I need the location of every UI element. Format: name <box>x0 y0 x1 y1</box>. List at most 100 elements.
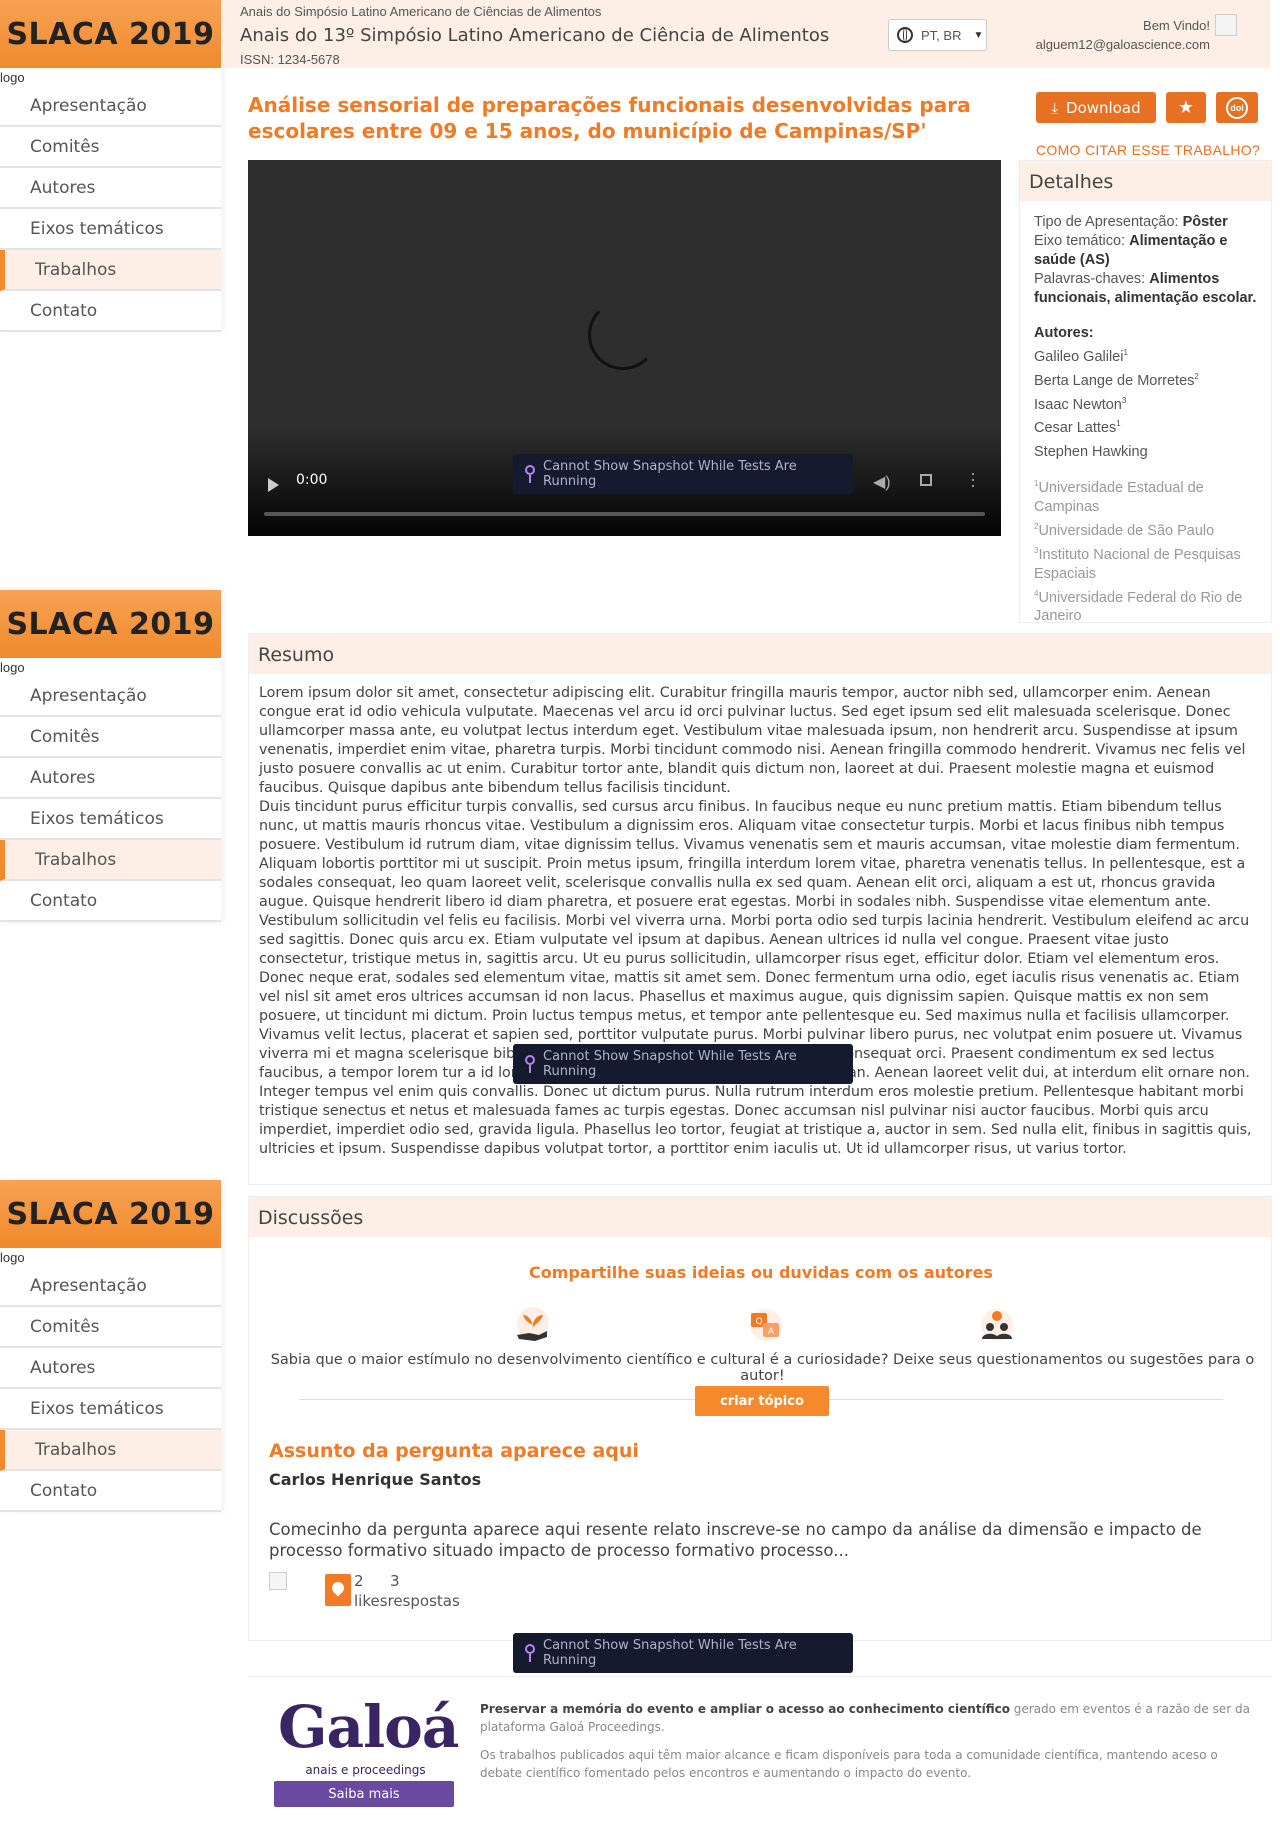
welcome-text: Bem Vindo! <box>1143 18 1210 33</box>
sidebar-item-trabalhos[interactable]: Trabalhos <box>0 1430 221 1471</box>
sidebar-item-apresentacao[interactable]: Apresentação <box>0 86 221 127</box>
svg-text:A: A <box>768 1327 775 1337</box>
abstract-section: Resumo Lorem ipsum dolor sit amet, conse… <box>248 633 1272 1185</box>
abstract-heading: Resumo <box>249 634 1271 674</box>
affiliation-item: 4Universidade Federal do Rio de Janeiro <box>1034 588 1243 625</box>
download-label: Download <box>1066 98 1141 117</box>
sidebar-item-contato[interactable]: Contato <box>0 291 221 332</box>
thematic-axis: Eixo temático: Alimentação e saúde (AS) <box>1034 233 1228 268</box>
saiba-mais-button[interactable]: Saiba mais <box>274 1781 454 1807</box>
details-panel: Detalhes Tipo de Apresentação: Pôster Ei… <box>1019 160 1272 624</box>
question-body: Comecinho da pergunta aparece aqui resen… <box>269 1520 1202 1560</box>
question-stats: 2 3 likesrespostas <box>354 1571 460 1611</box>
sidebar-item-autores[interactable]: Autores <box>0 758 221 799</box>
favorite-button[interactable]: ★ <box>1166 92 1206 123</box>
likes-label: likes <box>354 1592 388 1610</box>
sidebar-item-autores[interactable]: Autores <box>0 1348 221 1389</box>
svg-text:Q: Q <box>755 1317 762 1327</box>
logo: logo <box>0 1250 25 1265</box>
user-email: alguem12@galoascience.com <box>1035 37 1210 52</box>
affiliation-item: 1Universidade Estadual de Campinas <box>1034 479 1204 515</box>
issn: ISSN: 1234-5678 <box>240 52 340 67</box>
volume-icon[interactable]: ◀) <box>873 472 891 492</box>
footer-text: Preservar a memória do evento e ampliar … <box>480 1702 1250 1780</box>
people-icon <box>981 1309 1013 1341</box>
discussions-section: Discussões Compartilhe suas ideias ou du… <box>248 1196 1272 1641</box>
star-icon: ★ <box>1177 97 1195 117</box>
snapshot-toast: Cannot Show Snapshot While Tests Are Run… <box>513 1633 853 1673</box>
language-value: PT, BR <box>921 27 962 43</box>
logo: logo <box>0 660 25 675</box>
translate-icon: Q A <box>750 1309 782 1341</box>
plant-hand-icon <box>517 1307 549 1341</box>
video-time: 0:00 <box>296 472 328 488</box>
proceedings-title: Anais do 13º Simpósio Latino Americano d… <box>240 25 830 46</box>
sidebar: SLACA 2019 logo Apresentação Comitês Aut… <box>0 0 221 332</box>
language-selector[interactable]: PT, BR ▼ <box>888 19 987 51</box>
pin-icon <box>525 1644 535 1662</box>
video-progress-bar[interactable] <box>264 512 985 516</box>
abstract-paragraph: Duis tincidunt purus efficitur turpis co… <box>259 799 1252 1157</box>
logo: logo <box>0 70 25 85</box>
doi-icon: doi <box>1226 96 1248 119</box>
download-icon: ⤓ <box>1051 98 1059 117</box>
sidebar-item-apresentacao[interactable]: Apresentação <box>0 1266 221 1307</box>
sidebar-item-apresentacao[interactable]: Apresentação <box>0 676 221 717</box>
galoa-tagline: anais e proceedings <box>305 1763 426 1777</box>
discussions-cta: Compartilhe suas ideias ou duvidas com o… <box>529 1263 993 1282</box>
author-item: Stephen Hawking <box>1034 444 1148 461</box>
discussions-description: Sabia que o maior estímulo no desenvolvi… <box>270 1352 1255 1384</box>
sidebar-item-comites[interactable]: Comitês <box>0 1307 221 1348</box>
pin-icon <box>525 1055 535 1073</box>
likes-count: 2 <box>354 1572 364 1590</box>
author-item: Galileo Galilei1 <box>1034 348 1128 365</box>
authors-heading: Autores: <box>1034 325 1094 341</box>
toast-text: Cannot Show Snapshot While Tests Are Run… <box>543 1049 797 1079</box>
details-body: Tipo de Apresentação: Pôster Eixo temáti… <box>1020 201 1271 638</box>
presentation-type: Tipo de Apresentação: Pôster <box>1034 214 1228 230</box>
event-title[interactable]: SLACA 2019 <box>0 1180 221 1248</box>
breadcrumb[interactable]: Anais do Simpósio Latino Americano de Ci… <box>240 4 601 19</box>
sidebar-item-autores[interactable]: Autores <box>0 168 221 209</box>
sidebar-item-trabalhos[interactable]: Trabalhos <box>0 250 221 291</box>
play-icon[interactable] <box>268 478 279 492</box>
download-button[interactable]: ⤓ Download <box>1036 92 1156 123</box>
sidebar-repeat: SLACA 2019 logo Apresentação Comitês Aut… <box>0 1180 221 1512</box>
footer: Galoá anais e proceedings Saiba mais Pre… <box>248 1676 1272 1826</box>
event-title[interactable]: SLACA 2019 <box>0 590 221 658</box>
question-author: Carlos Henrique Santos <box>269 1470 482 1489</box>
keywords: Palavras-chaves: Alimentos funcionais, a… <box>1034 271 1257 306</box>
sidebar-item-eixos[interactable]: Eixos temáticos <box>0 799 221 840</box>
author-item: Cesar Lattes1 <box>1034 419 1121 437</box>
sidebar-item-contato[interactable]: Contato <box>0 1471 221 1512</box>
affiliation-item: 3Instituto Nacional de Pesquisas Espacia… <box>1034 545 1241 582</box>
abstract-body: Lorem ipsum dolor sit amet, consectetur … <box>249 674 1271 1159</box>
globe-icon <box>897 27 913 43</box>
details-heading: Detalhes <box>1020 161 1271 201</box>
sidebar-item-comites[interactable]: Comitês <box>0 717 221 758</box>
sidebar-repeat: SLACA 2019 logo Apresentação Comitês Aut… <box>0 590 221 922</box>
author-item: Isaac Newton3 <box>1034 395 1127 413</box>
sidebar-item-eixos[interactable]: Eixos temáticos <box>0 1389 221 1430</box>
replies-label[interactable]: respostas <box>388 1592 460 1610</box>
sidebar-item-contato[interactable]: Contato <box>0 881 221 922</box>
sidebar-item-eixos[interactable]: Eixos temáticos <box>0 209 221 250</box>
fullscreen-icon[interactable] <box>920 474 932 486</box>
question-subject[interactable]: Assunto da pergunta aparece aqui <box>269 1440 639 1462</box>
create-topic-button[interactable]: criar tópico <box>695 1386 829 1416</box>
affiliations: 1Universidade Estadual de Campinas 2Univ… <box>1034 474 1257 626</box>
user-menu[interactable]: Bem Vindo! alguem12@galoascience.com <box>1036 16 1210 54</box>
toast-text: Cannot Show Snapshot While Tests Are Run… <box>543 459 797 489</box>
affiliation-item: 2Universidade de São Paulo <box>1034 521 1215 539</box>
sidebar-item-trabalhos[interactable]: Trabalhos <box>0 840 221 881</box>
like-button[interactable] <box>325 1574 351 1606</box>
cite-link[interactable]: COMO CITAR ESSE TRABALHO? <box>1036 142 1260 158</box>
sidebar-item-comites[interactable]: Comitês <box>0 127 221 168</box>
page: SLACA 2019 logo Apresentação Comitês Aut… <box>0 0 1280 1847</box>
event-title[interactable]: SLACA 2019 <box>0 0 221 68</box>
replies-count: 3 <box>390 1572 400 1590</box>
avatar[interactable] <box>1215 14 1237 36</box>
doi-button[interactable]: doi <box>1216 92 1258 123</box>
more-options-icon[interactable]: · · · <box>970 464 976 494</box>
paper-title: Análise sensorial de preparações funcion… <box>248 93 971 143</box>
